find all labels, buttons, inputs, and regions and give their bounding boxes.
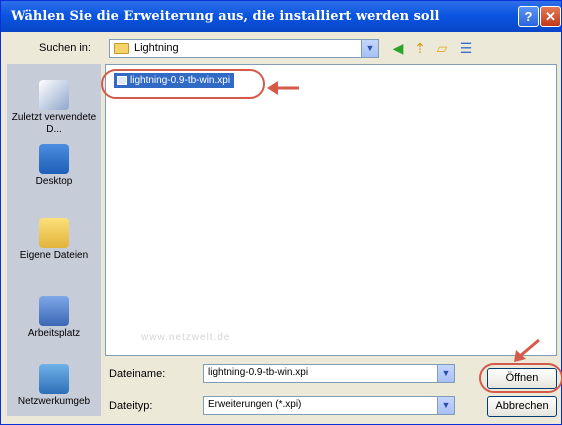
- file-dialog-window: Wählen Sie die Erweiterung aus, die inst…: [0, 0, 562, 425]
- window-title: Wählen Sie die Erweiterung aus, die inst…: [11, 9, 440, 24]
- file-list[interactable]: lightning-0.9-tb-win.xpi: [105, 64, 557, 356]
- place-label: Netzwerkumgeb: [17, 396, 91, 407]
- close-button[interactable]: ✕: [540, 6, 561, 27]
- new-folder-icon[interactable]: ▱: [433, 39, 451, 57]
- cancel-button[interactable]: Abbrechen: [487, 396, 557, 417]
- annotation-arrow-icon: [267, 81, 299, 95]
- view-menu-icon[interactable]: ☰: [457, 39, 475, 57]
- folder-icon: [114, 43, 129, 54]
- filename-value: lightning-0.9-tb-win.xpi: [208, 367, 309, 378]
- filename-label: Dateiname:: [109, 368, 166, 380]
- up-folder-icon[interactable]: ⇡: [411, 39, 429, 57]
- annotation-circle-open: [479, 363, 562, 393]
- title-bar[interactable]: Wählen Sie die Erweiterung aus, die inst…: [1, 1, 561, 32]
- filetype-value: Erweiterungen (*.xpi): [208, 399, 302, 410]
- close-icon: ✕: [545, 9, 556, 24]
- place-my-documents[interactable]: Eigene Dateien: [7, 218, 101, 262]
- lookin-label: Suchen in:: [39, 42, 91, 54]
- chevron-down-icon[interactable]: ▼: [437, 397, 454, 414]
- place-label: Arbeitsplatz: [27, 328, 81, 339]
- chevron-down-icon[interactable]: ▼: [437, 365, 454, 382]
- place-recent-documents[interactable]: Zuletzt verwendete D...: [7, 80, 101, 136]
- place-network[interactable]: Netzwerkumgeb: [7, 364, 101, 408]
- place-my-computer[interactable]: Arbeitsplatz: [7, 296, 101, 340]
- chevron-down-icon[interactable]: ▼: [361, 40, 378, 57]
- watermark: www.netzwelt.de: [141, 332, 231, 343]
- lookin-dropdown[interactable]: Lightning ▼: [109, 39, 379, 58]
- desktop-icon: [39, 144, 69, 174]
- my-documents-icon: [39, 218, 69, 248]
- filetype-select[interactable]: Erweiterungen (*.xpi) ▼: [203, 396, 455, 415]
- places-bar: Zuletzt verwendete D... Desktop Eigene D…: [7, 64, 101, 416]
- help-icon: ?: [524, 9, 533, 24]
- filename-input[interactable]: lightning-0.9-tb-win.xpi ▼: [203, 364, 455, 383]
- recent-documents-icon: [39, 80, 69, 110]
- back-icon[interactable]: ◀: [389, 39, 407, 57]
- place-desktop[interactable]: Desktop: [7, 144, 101, 188]
- place-label: Desktop: [35, 176, 73, 187]
- annotation-circle-file: [101, 69, 265, 99]
- annotation-arrow-icon: [514, 338, 540, 362]
- network-places-icon: [39, 364, 69, 394]
- place-label: Zuletzt verwendete D...: [11, 112, 97, 135]
- lookin-value: Lightning: [134, 42, 179, 54]
- filetype-label: Dateityp:: [109, 400, 153, 412]
- place-label: Eigene Dateien: [19, 250, 89, 261]
- my-computer-icon: [39, 296, 69, 326]
- help-button[interactable]: ?: [518, 6, 539, 27]
